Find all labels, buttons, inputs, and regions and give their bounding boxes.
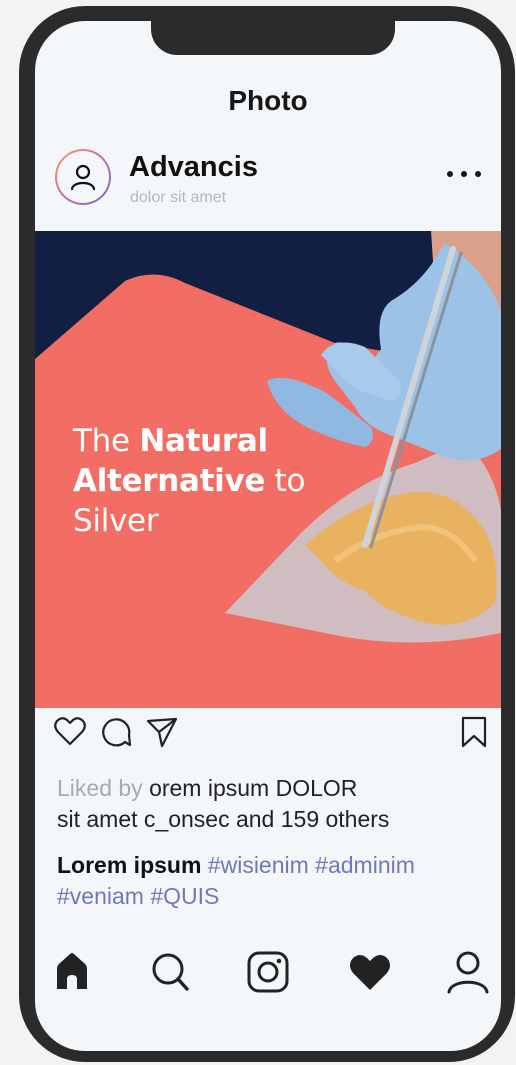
avatar[interactable] xyxy=(55,149,111,205)
headline-word: Silver xyxy=(73,503,159,539)
headline-word: The xyxy=(73,423,140,459)
dot xyxy=(475,171,481,177)
dot xyxy=(461,171,467,177)
bookmark-icon[interactable] xyxy=(457,715,491,749)
more-options-button[interactable] xyxy=(447,161,481,187)
heart-icon[interactable] xyxy=(53,715,87,749)
post-header: Advancis dolor sit amet xyxy=(35,149,501,231)
post-headline: The Natural Alternative to Silver xyxy=(73,421,306,541)
post-actions xyxy=(35,713,501,753)
likes-line1[interactable]: orem ipsum DOLOR xyxy=(149,775,357,801)
phone-frame: Photo Advancis dolor sit amet The Natura… xyxy=(19,6,515,1062)
phone-screen: Photo Advancis dolor sit amet The Natura… xyxy=(35,21,501,1051)
caption-hashtags[interactable]: #wisienim #adminim xyxy=(201,852,415,878)
caption-author[interactable]: Lorem ipsum xyxy=(57,852,201,878)
home-icon[interactable] xyxy=(49,949,95,995)
post-caption: Lorem ipsum #wisienim #adminim #veniam #… xyxy=(57,850,477,912)
headline-word-bold: Natural xyxy=(139,423,268,459)
user-icon xyxy=(70,164,96,191)
instagram-icon[interactable] xyxy=(245,949,291,995)
heart-icon[interactable] xyxy=(347,949,393,995)
comment-icon[interactable] xyxy=(99,715,133,749)
dot xyxy=(447,171,453,177)
likes-line2[interactable]: sit amet c_onsec and 159 others xyxy=(57,806,389,832)
page-title: Photo xyxy=(228,85,308,116)
profile-icon[interactable] xyxy=(445,949,491,995)
headline-word-bold: Alternative xyxy=(73,463,266,499)
share-icon[interactable] xyxy=(145,715,179,749)
phone-notch xyxy=(151,21,395,55)
likes-prefix: Liked by xyxy=(57,775,150,801)
post-subtitle: dolor sit amet xyxy=(130,189,227,206)
headline-word: to xyxy=(265,463,306,499)
post-image[interactable]: The Natural Alternative to Silver xyxy=(35,231,501,708)
likes-text: Liked by orem ipsum DOLOR sit amet c_ons… xyxy=(57,773,477,835)
search-icon[interactable] xyxy=(147,949,193,995)
post-username[interactable]: Advancis xyxy=(129,151,258,184)
bottom-tab-bar xyxy=(35,949,501,995)
caption-hashtags[interactable]: #veniam #QUIS xyxy=(57,883,219,909)
